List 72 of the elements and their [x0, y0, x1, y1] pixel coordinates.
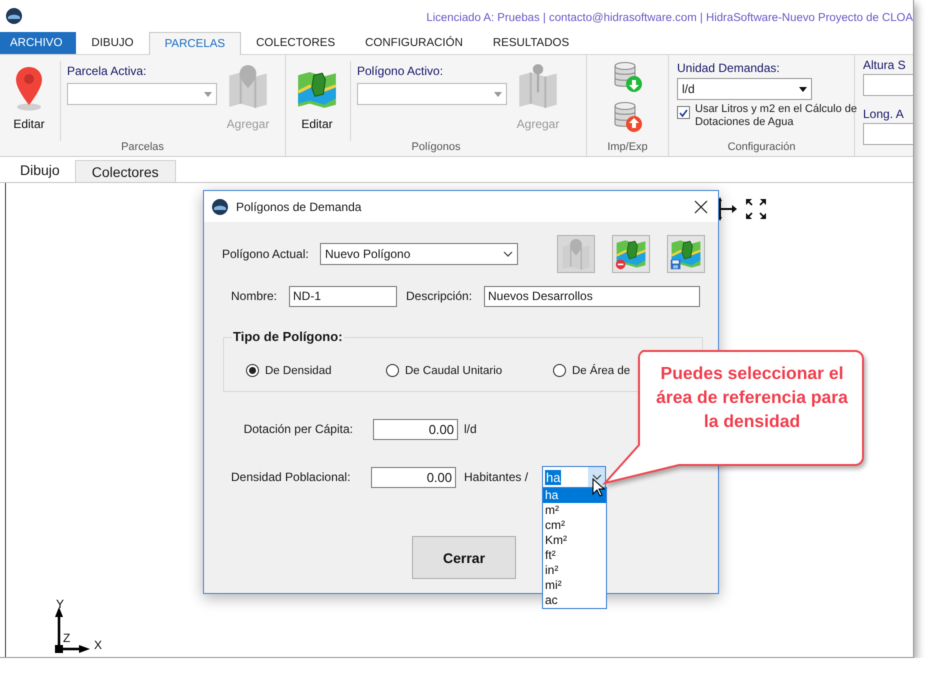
input-field[interactable]: ND-1	[289, 286, 397, 306]
group-title: Parcelas	[120, 141, 165, 155]
chevron-icon	[503, 251, 513, 257]
dialog-title: Polígonos de Demanda	[236, 200, 362, 214]
database-upload-icon[interactable]	[613, 101, 643, 133]
window-title: Licenciado A: Pruebas | contacto@hidrasoftware.com | HidraSoftware-Nuevo Proyecto de CLOA	[426, 11, 913, 24]
caret-icon	[204, 92, 212, 96]
field-label: Polígono Actual:	[222, 247, 310, 261]
input-field[interactable]	[863, 123, 913, 145]
radio-icon[interactable]	[386, 364, 399, 377]
unit-label: Habitantes /	[464, 470, 530, 484]
map-pin-icon	[13, 65, 45, 111]
field-label: Unidad Demandas:	[677, 61, 781, 75]
dropdown-option[interactable]: ha	[543, 488, 606, 503]
database-download-icon[interactable]	[613, 61, 643, 93]
polygon-combo-box[interactable]: Nuevo Polígono	[320, 243, 518, 265]
unit-combo-box[interactable]: l/d	[677, 78, 812, 100]
map-save-icon	[670, 238, 702, 270]
edit-button[interactable]: Editar	[0, 55, 58, 131]
field-label: Long. A	[863, 107, 905, 121]
input-field[interactable]	[863, 74, 913, 96]
x-axis-arrow	[55, 645, 90, 653]
menu-tab[interactable]: ARCHIVO	[0, 32, 76, 54]
checkbox[interactable]	[677, 106, 690, 119]
field-label: Polígono Activo:	[357, 64, 444, 78]
field-label: Dotación per Cápita:	[242, 422, 354, 436]
move-icon[interactable]	[718, 197, 738, 221]
radio-icon[interactable]	[246, 364, 259, 377]
icon-button[interactable]	[667, 235, 705, 273]
radio-option[interactable]: De Caudal Unitario	[386, 364, 553, 377]
menu-tab[interactable]: COLECTORES	[241, 32, 350, 54]
axis-label: Z	[63, 631, 70, 645]
input-field[interactable]: 0.00	[371, 466, 456, 488]
chevron-icon	[592, 474, 602, 480]
close-button[interactable]: Cerrar	[412, 536, 516, 579]
check-icon	[679, 108, 688, 116]
menu-tab[interactable]: RESULTADOS	[478, 32, 584, 54]
area-unit-combo-box[interactable]: ha	[542, 466, 606, 488]
caret-icon	[494, 92, 502, 96]
field-label: Nombre:	[231, 289, 278, 303]
close-icon[interactable]	[694, 200, 708, 214]
menu-tab[interactable]: CONFIGURACIÓN	[350, 32, 478, 54]
field-label: Parcela Activa:	[67, 64, 148, 78]
map-delete-icon	[615, 238, 647, 270]
group-title: Configuración	[726, 141, 796, 155]
group-title: Polígonos	[410, 141, 462, 155]
unit-label: l/d	[464, 422, 477, 436]
axis-label: Y	[56, 597, 64, 611]
input-field[interactable]: Nuevos Desarrollos	[484, 286, 700, 306]
radio-icon[interactable]	[553, 364, 566, 377]
radio-option[interactable]: De Densidad	[246, 364, 386, 377]
checkbox-label: Usar Litros y m2 en el Cálculo de Dotaciones de Agua	[695, 103, 858, 129]
map-icon	[296, 69, 338, 111]
radio-option[interactable]: De Área de	[553, 364, 633, 377]
document-tab[interactable]: Colectores	[74, 160, 176, 182]
field-label: Altura S	[863, 58, 907, 72]
group-title: Imp/Exp	[606, 141, 649, 155]
edit-button[interactable]: Editar	[286, 55, 348, 131]
caret-icon	[799, 86, 807, 92]
app-logo-icon	[212, 198, 228, 214]
callout-text: Puedes seleccionar el área de referencia para la densidad	[655, 362, 849, 433]
app-logo-icon	[6, 8, 22, 24]
menu-tab[interactable]: DIBUJO	[76, 32, 149, 54]
map-icon	[517, 61, 559, 111]
field-label: Descripción:	[405, 289, 474, 303]
group-title: Tipo de Polígono:	[232, 329, 344, 344]
axis-label: X	[94, 638, 102, 652]
menu-tab[interactable]: PARCELAS	[148, 32, 242, 55]
input-field[interactable]: 0.00	[373, 418, 458, 440]
fullscreen-icon[interactable]	[745, 198, 767, 220]
field-label: Densidad Poblacional:	[231, 470, 352, 484]
icon-button[interactable]	[612, 235, 650, 273]
